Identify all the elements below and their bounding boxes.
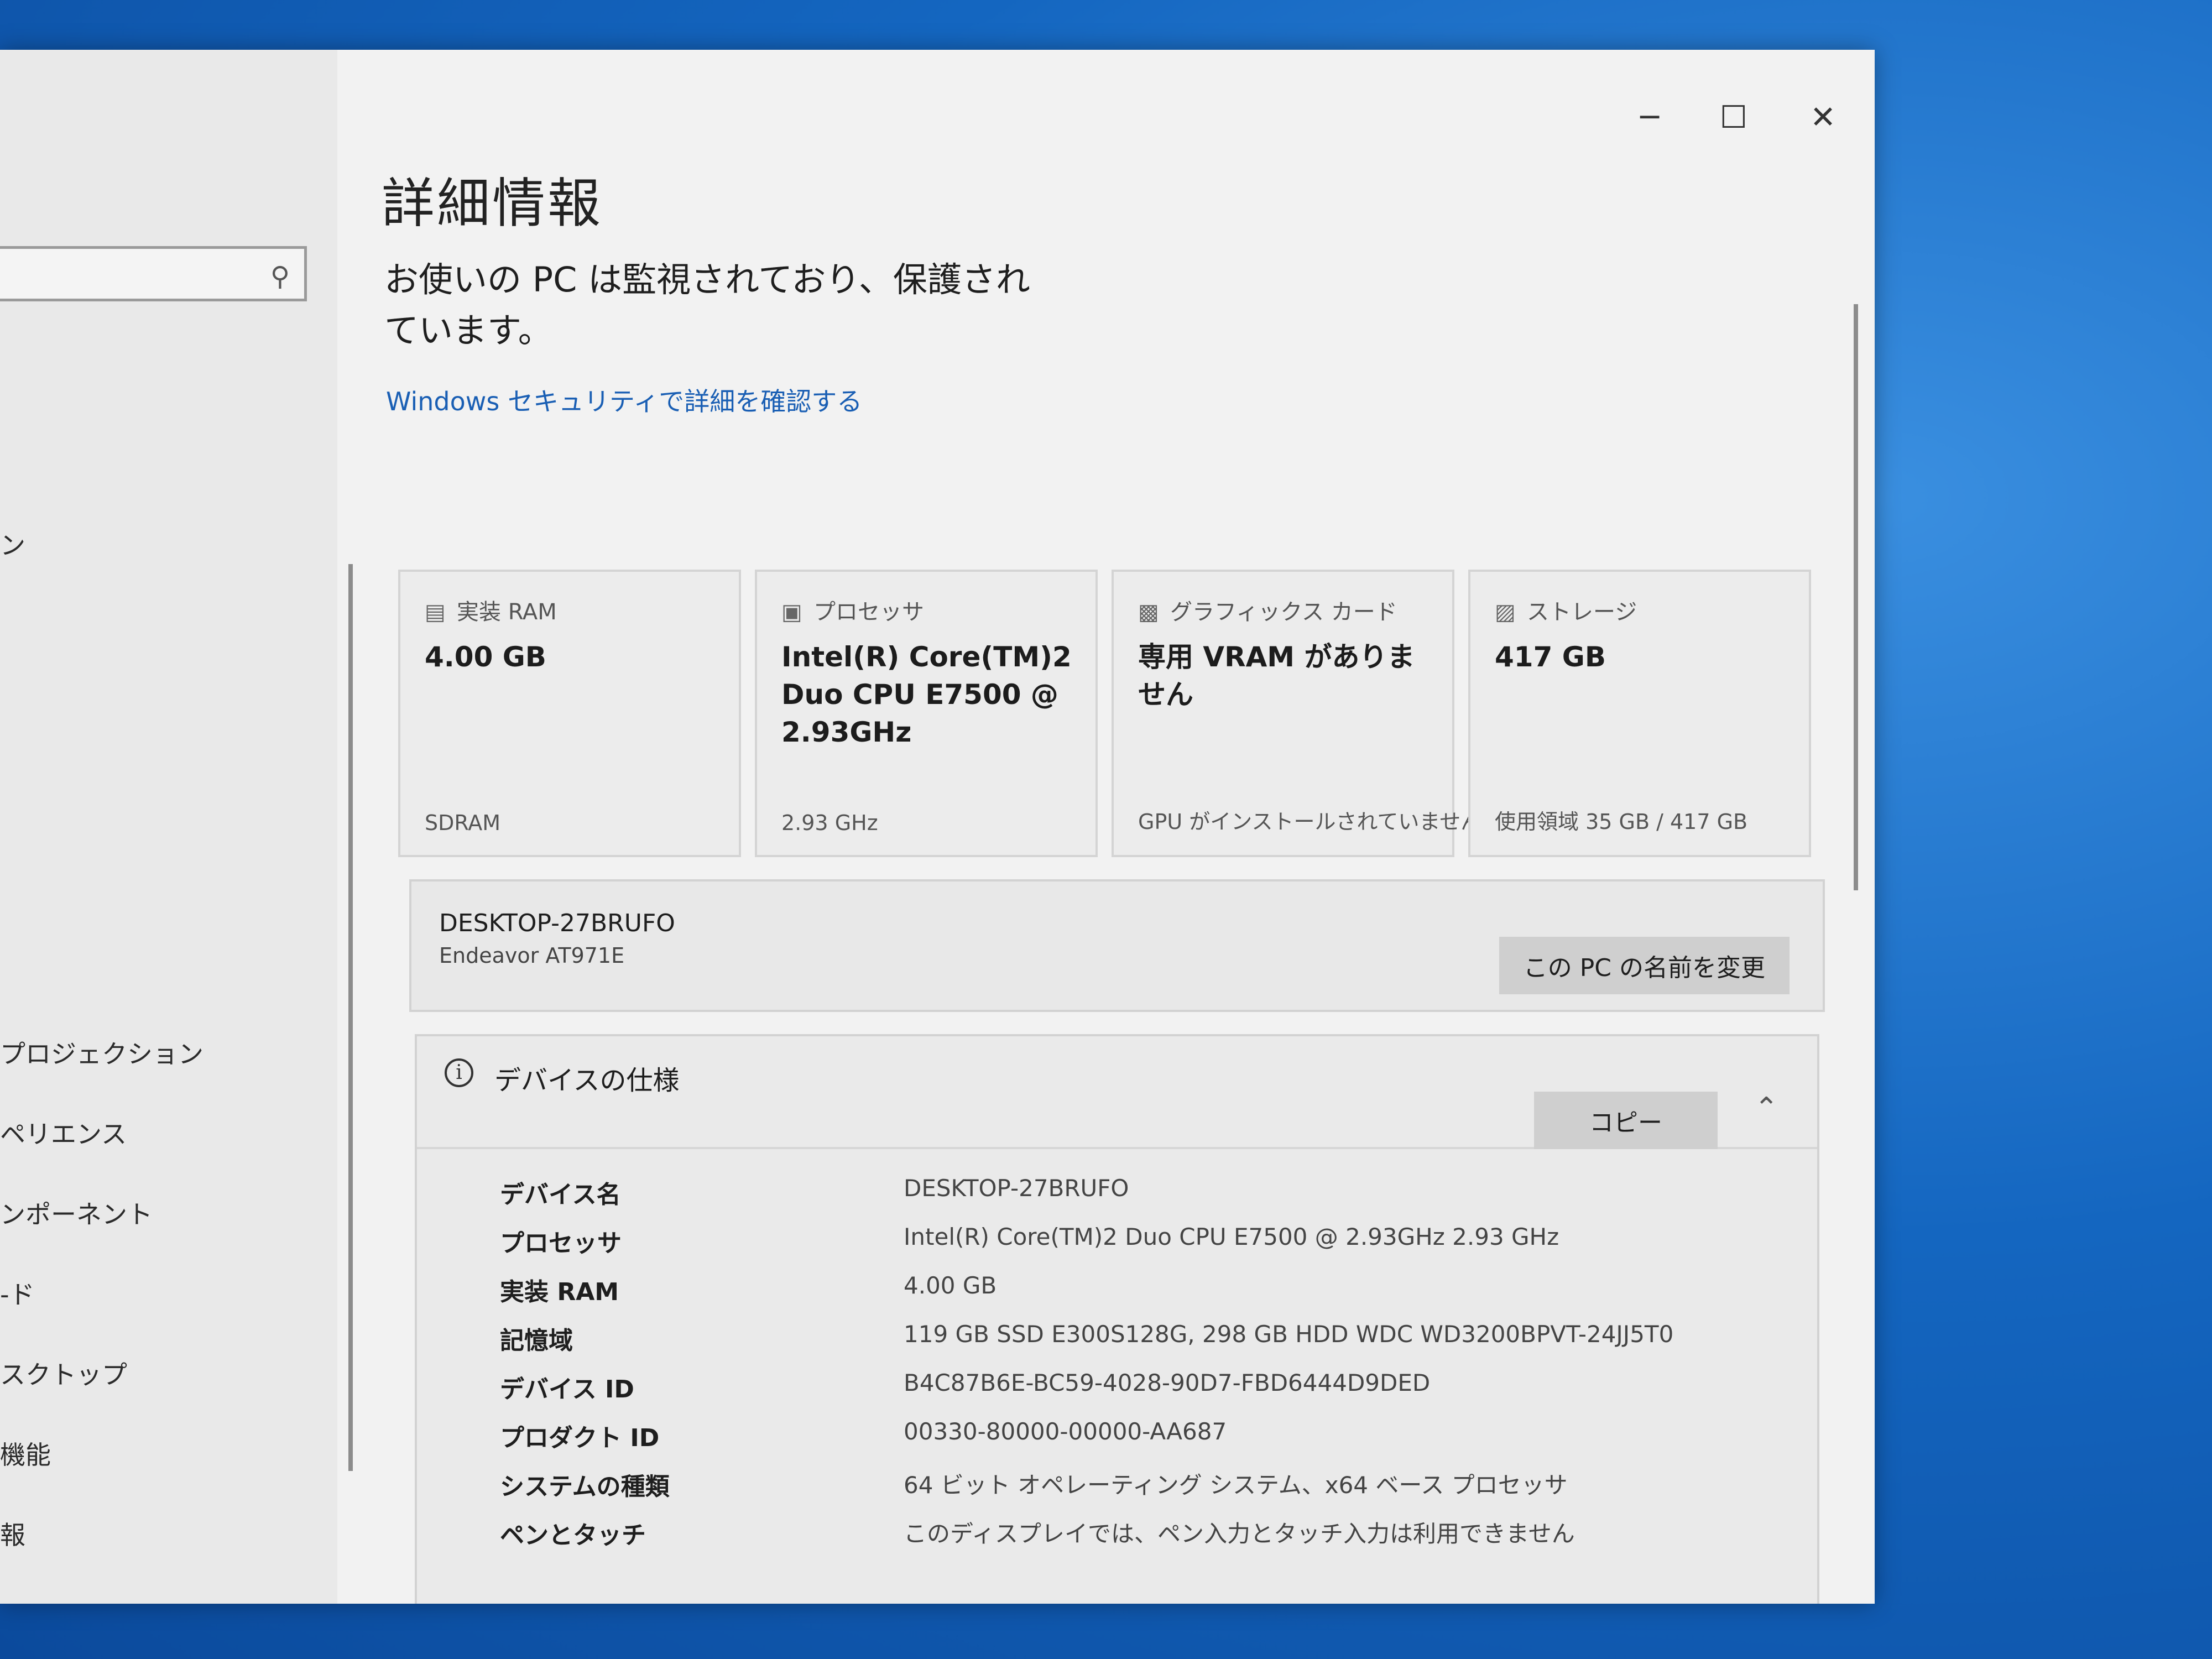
spec-row: システムの種類 64 ビット オペレーティング システム、x64 ベース プロセ… — [417, 1467, 1817, 1515]
storage-icon: ▨ — [1495, 599, 1516, 625]
card-title: プロセッサ — [813, 599, 924, 625]
close-icon[interactable]: ✕ — [1810, 100, 1836, 135]
spec-row: プロダクト ID 00330-80000-00000-AA687 — [417, 1418, 1817, 1467]
spec-label: デバイス名 — [500, 1181, 621, 1209]
graphics-card-icon: ▩ — [1138, 599, 1159, 625]
specs-title: デバイスの仕様 — [494, 1065, 680, 1096]
info-icon: i — [445, 1058, 473, 1087]
search-icon[interactable]: ⚲ — [270, 261, 290, 292]
main-content: ─ ☐ ✕ 詳細情報 お使いの PC は監視されており、保護されています。 Wi… — [337, 50, 1875, 1604]
spec-value[interactable]: このディスプレイでは、ペン入力とタッチ入力は利用できません — [904, 1515, 1575, 1549]
spec-value[interactable]: 4.00 GB — [904, 1272, 997, 1299]
spec-value[interactable]: 00330-80000-00000-AA687 — [904, 1418, 1227, 1445]
sidebar-item[interactable]: ペリエンス — [0, 1114, 127, 1151]
device-specifications: i デバイスの仕様 コピー ⌃ デバイス名 DESKTOP-27BRUFO プロ… — [415, 1034, 1819, 1604]
processor-icon: ▣ — [781, 599, 802, 625]
spec-value[interactable]: 119 GB SSD E300S128G, 298 GB HDD WDC WD3… — [904, 1321, 1673, 1348]
chevron-up-icon[interactable]: ⌃ — [1754, 1092, 1778, 1125]
card-title: ストレージ — [1527, 599, 1637, 625]
spec-row: 記憶域 119 GB SSD E300S128G, 298 GB HDD WDC… — [417, 1321, 1817, 1369]
card-value: 専用 VRAM がありません — [1138, 641, 1415, 711]
sidebar-item[interactable]: プロジェクション — [0, 1034, 204, 1071]
ram-card: ▤ 実装 RAM 4.00 GB SDRAM — [398, 570, 741, 857]
spec-label: プロセッサ — [500, 1229, 622, 1258]
spec-label: ペンとタッチ — [500, 1521, 646, 1550]
card-value: Intel(R) Core(TM)2 Duo CPU E7500 @ 2.93G… — [781, 641, 1072, 748]
sidebar-item[interactable]: 報 — [0, 1515, 25, 1552]
spec-row: デバイス名 DESKTOP-27BRUFO — [417, 1175, 1817, 1223]
processor-card: ▣ プロセッサ Intel(R) Core(TM)2 Duo CPU E7500 … — [755, 570, 1098, 857]
card-footer: 2.93 GHz — [781, 811, 878, 835]
spec-label: 実装 RAM — [500, 1278, 619, 1306]
card-footer: GPU がインストールされていません — [1138, 810, 1482, 834]
maximize-icon[interactable]: ☐ — [1720, 100, 1747, 135]
spec-value[interactable]: Intel(R) Core(TM)2 Duo CPU E7500 @ 2.93G… — [904, 1223, 1559, 1250]
sidebar-item[interactable]: ン — [0, 525, 25, 562]
sidebar-item[interactable]: -ド — [0, 1275, 35, 1311]
settings-window: ⚲ ン プロジェクション ペリエンス ンポーネント -ド スクトップ 機能 報 … — [0, 50, 1875, 1604]
card-value: 417 GB — [1495, 641, 1606, 673]
copy-button[interactable]: コピー — [1534, 1092, 1718, 1149]
spec-value[interactable]: 64 ビット オペレーティング システム、x64 ベース プロセッサ — [904, 1467, 1568, 1500]
sidebar-item[interactable]: スクトップ — [0, 1355, 127, 1391]
storage-card: ▨ ストレージ 417 GB 使用領域 35 GB / 417 GB — [1468, 570, 1811, 857]
spec-label: プロダクト ID — [500, 1424, 660, 1452]
rename-pc-button[interactable]: この PC の名前を変更 — [1499, 937, 1790, 994]
device-model: Endeavor AT971E — [439, 943, 625, 968]
hardware-cards: ▤ 実装 RAM 4.00 GB SDRAM ▣ プロセッサ Intel(R) Co… — [398, 570, 1836, 857]
sidebar-item[interactable]: 機能 — [0, 1435, 51, 1472]
minimize-icon[interactable]: ─ — [1640, 100, 1659, 135]
card-footer: SDRAM — [425, 811, 501, 835]
card-title: 実装 RAM — [457, 599, 557, 625]
sidebar: ⚲ ン プロジェクション ペリエンス ンポーネント -ド スクトップ 機能 報 — [0, 50, 353, 1604]
search-input[interactable]: ⚲ — [0, 246, 307, 301]
windows-security-link[interactable]: Windows セキュリティで詳細を確認する — [386, 382, 862, 418]
graphics-card: ▩ グラフィックス カード 専用 VRAM がありません GPU がインストールさ… — [1112, 570, 1481, 857]
device-name-panel: DESKTOP-27BRUFO Endeavor AT971E この PC の名… — [409, 879, 1825, 1012]
spec-label: システムの種類 — [500, 1473, 670, 1501]
page-title: 詳細情報 — [382, 173, 603, 234]
spec-value[interactable]: DESKTOP-27BRUFO — [904, 1175, 1129, 1202]
spec-row: 実装 RAM 4.00 GB — [417, 1272, 1817, 1321]
ram-icon: ▤ — [425, 599, 446, 625]
spec-value[interactable]: B4C87B6E-BC59-4028-90D7-FBD6444D9DED — [904, 1369, 1430, 1396]
spec-label: デバイス ID — [500, 1375, 634, 1404]
specs-header[interactable]: i デバイスの仕様 コピー ⌃ — [417, 1036, 1817, 1149]
card-title: グラフィックス カード — [1170, 599, 1397, 625]
protection-status: お使いの PC は監視されており、保護されています。 — [384, 259, 1030, 351]
spec-row: ペンとタッチ このディスプレイでは、ペン入力とタッチ入力は利用できません — [417, 1515, 1817, 1564]
sidebar-item[interactable]: ンポーネント — [0, 1194, 153, 1231]
spec-row: デバイス ID B4C87B6E-BC59-4028-90D7-FBD6444D… — [417, 1369, 1817, 1418]
card-value: 4.00 GB — [425, 641, 546, 673]
spec-row: プロセッサ Intel(R) Core(TM)2 Duo CPU E7500 @… — [417, 1223, 1817, 1272]
card-footer: 使用領域 35 GB / 417 GB — [1495, 810, 1748, 834]
device-name: DESKTOP-27BRUFO — [439, 909, 675, 937]
spec-label: 記憶域 — [500, 1327, 573, 1355]
main-scrollbar[interactable] — [1854, 304, 1858, 890]
